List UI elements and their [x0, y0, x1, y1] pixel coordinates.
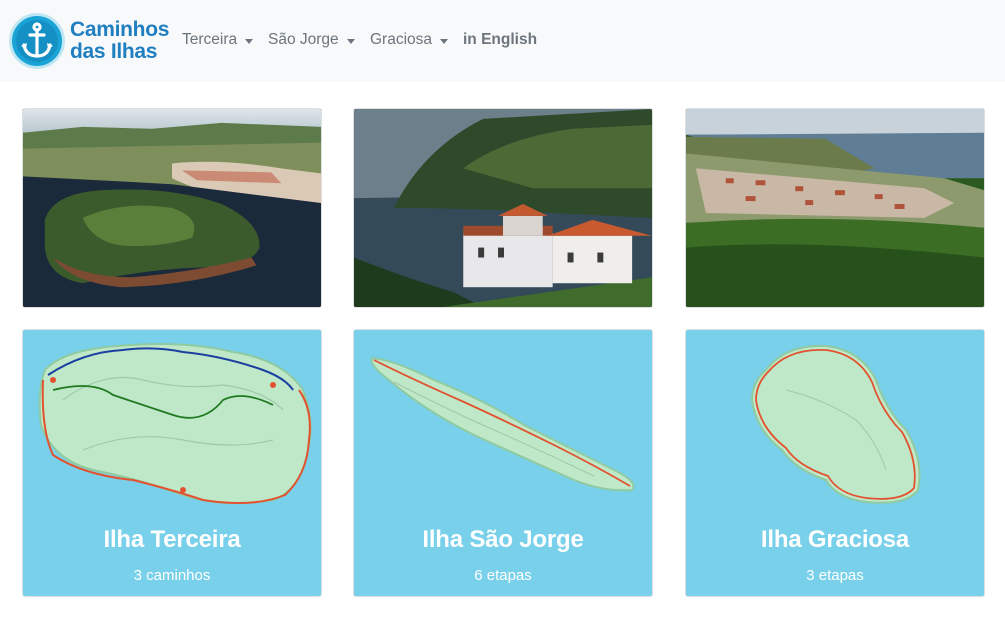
graciosa-map [750, 344, 921, 504]
sao-jorge-photo [354, 109, 652, 307]
nav-label-sao-jorge: São Jorge [268, 31, 339, 48]
island-subtitle: 3 etapas [806, 567, 864, 584]
nav-dropdown-sao-jorge[interactable]: São Jorge [268, 31, 355, 49]
photo-card-sao-jorge[interactable] [353, 108, 653, 308]
navbar: Caminhos das Ilhas Terceira São Jorge Gr… [0, 0, 1005, 82]
terceira-photo [23, 109, 321, 307]
island-title: Ilha Terceira [103, 526, 241, 553]
sao-jorge-map [370, 356, 635, 492]
nav-label-english: in English [463, 31, 538, 48]
island-title: Ilha Graciosa [760, 526, 910, 553]
island-card-terceira[interactable]: Ilha Terceira 3 caminhos [22, 329, 322, 597]
nav-label-terceira: Terceira [182, 31, 238, 48]
island-card-sao-jorge[interactable]: Ilha São Jorge 6 etapas [353, 329, 653, 597]
brand-line2: das Ilhas [70, 40, 158, 63]
photo-card-graciosa[interactable] [685, 108, 985, 308]
brand-logo-link[interactable]: Caminhos das Ilhas [8, 12, 169, 70]
island-subtitle: 3 caminhos [133, 567, 211, 584]
nav-dropdown-terceira[interactable]: Terceira [182, 31, 254, 49]
terceira-map [38, 343, 312, 505]
caret-down-icon [245, 38, 254, 44]
caret-down-icon [440, 38, 449, 44]
brand-name: Caminhos das Ilhas [70, 19, 169, 63]
anchor-logo-icon [9, 13, 65, 69]
caret-down-icon [346, 38, 355, 44]
graciosa-photo [686, 109, 984, 307]
photo-card-terceira[interactable] [22, 108, 322, 308]
nav-label-graciosa: Graciosa [370, 31, 433, 48]
brand-line1: Caminhos [70, 18, 170, 41]
island-card-graciosa[interactable]: Ilha Graciosa 3 etapas [685, 329, 985, 597]
island-subtitle: 6 etapas [474, 567, 532, 584]
nav-dropdown-graciosa[interactable]: Graciosa [370, 31, 449, 49]
island-title: Ilha São Jorge [422, 526, 584, 553]
nav-link-english[interactable]: in English [463, 31, 537, 49]
